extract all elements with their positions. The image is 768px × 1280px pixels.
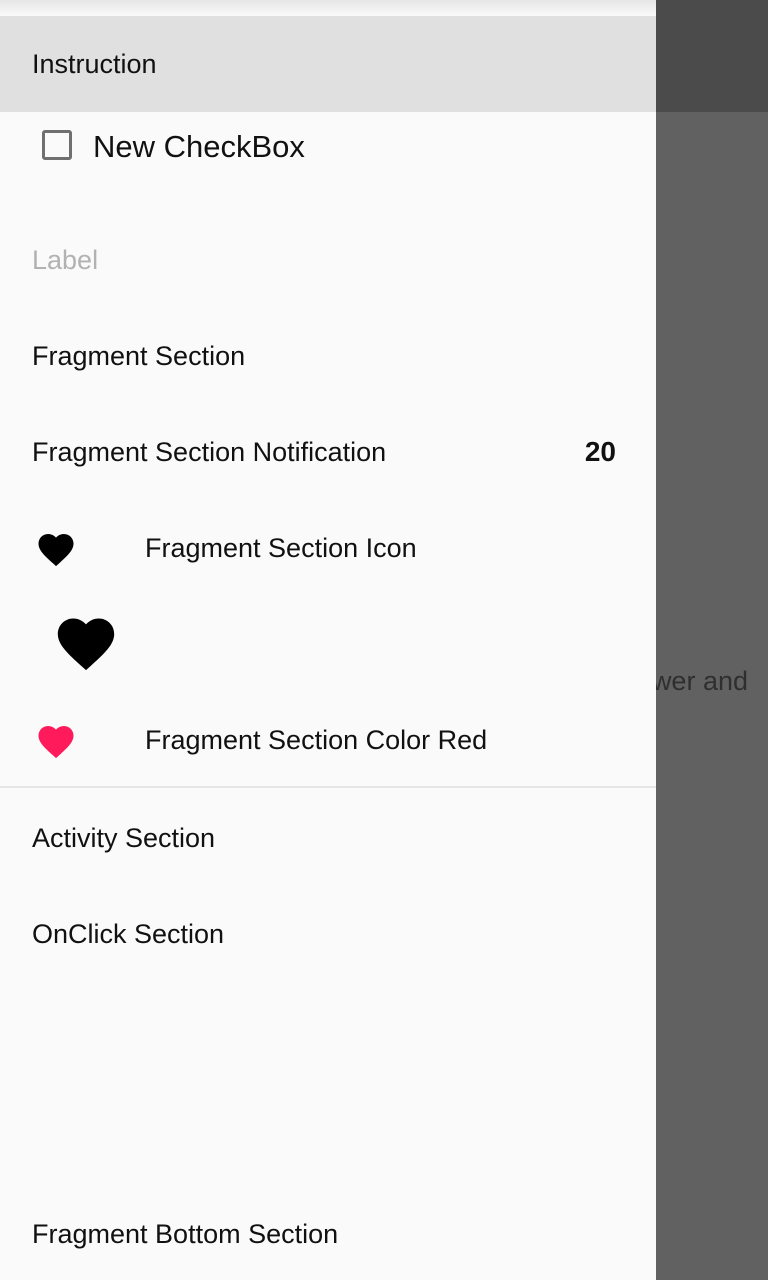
section-label: Label <box>0 212 656 308</box>
heart-icon <box>38 534 74 567</box>
drawer-item-fragment-color-red[interactable]: Fragment Section Color Red <box>0 692 656 788</box>
drawer-header-label: Instruction <box>32 48 157 79</box>
drawer-top-shadow <box>0 0 656 16</box>
drawer-item-fragment-section[interactable]: Fragment Section <box>0 308 656 404</box>
divider <box>0 786 656 788</box>
drawer-item-label: Activity Section <box>32 822 216 853</box>
drawer-item-fragment-notification[interactable]: Fragment Section Notification 20 <box>0 404 656 500</box>
drawer-header-instruction[interactable]: Instruction <box>0 16 656 112</box>
drawer-item-label: OnClick Section <box>32 918 225 949</box>
drawer-item-label: Fragment Section Notification <box>32 436 387 467</box>
drawer-item-activity-section[interactable]: Activity Section <box>0 790 656 886</box>
checkbox-box-icon[interactable] <box>42 130 72 160</box>
heart-icon <box>38 726 74 759</box>
drawer-item-bottom-section[interactable]: Fragment Bottom Section <box>0 1186 656 1280</box>
drawer-item-label: Fragment Bottom Section <box>32 1218 339 1249</box>
background-text: ower and <box>656 666 748 696</box>
drawer-item-fragment-icon[interactable]: Fragment Section Icon <box>0 500 656 596</box>
drawer-item-label: Fragment Section Icon <box>145 533 417 563</box>
navigation-drawer: Instruction New CheckBox Label Fragment … <box>0 0 656 1280</box>
checkbox-label: New CheckBox <box>93 129 305 164</box>
heart-icon[interactable] <box>52 610 120 672</box>
notification-count-badge: 20 <box>584 436 616 467</box>
drawer-item-onclick-section[interactable]: OnClick Section <box>0 886 656 982</box>
new-checkbox[interactable]: New CheckBox <box>0 100 656 196</box>
drawer-item-label: Fragment Section <box>32 340 246 371</box>
section-label-text: Label <box>32 244 99 275</box>
drawer-item-label: Fragment Section Color Red <box>145 725 488 755</box>
